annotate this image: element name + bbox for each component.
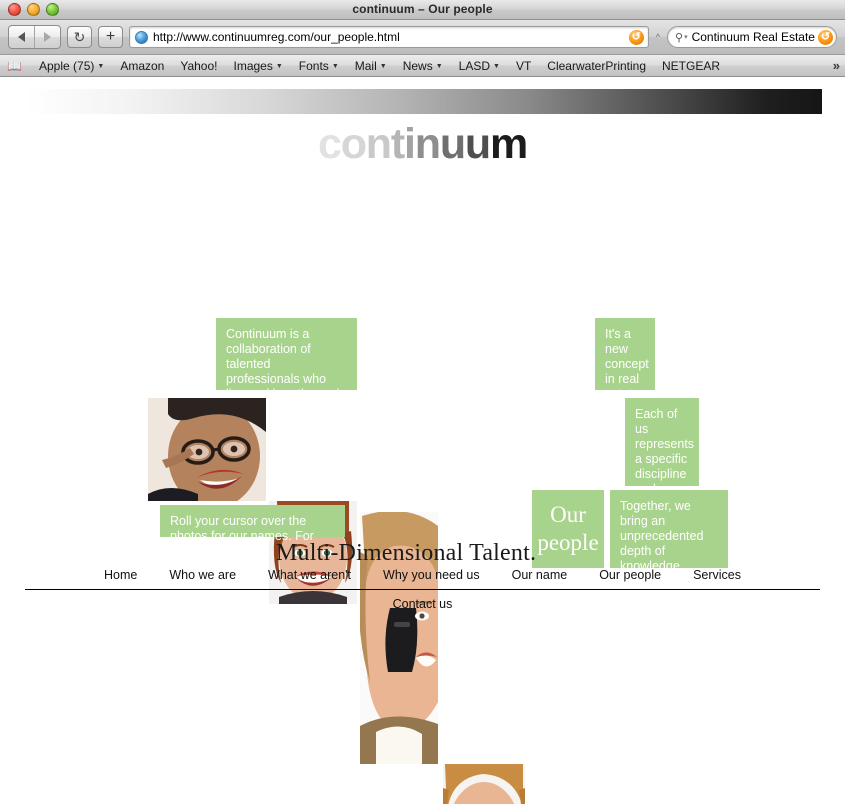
logo-letter-5: n bbox=[414, 120, 441, 168]
bookmark-images[interactable]: Images ▼ bbox=[226, 55, 291, 76]
back-arrow-icon bbox=[18, 32, 25, 42]
logo-letter-3: t bbox=[390, 120, 405, 168]
collage-block-new-concept: It's a new concept in real estate. bbox=[595, 318, 655, 401]
reload-button[interactable]: ↻ bbox=[67, 26, 92, 48]
nav-item-home[interactable]: Home bbox=[104, 568, 137, 582]
chevron-down-icon: ▼ bbox=[331, 63, 339, 70]
logo-letter-2: n bbox=[365, 120, 392, 168]
bookmark-label: Yahoo! bbox=[180, 58, 218, 73]
header-gradient-bar bbox=[25, 89, 822, 114]
photo-glasses[interactable] bbox=[148, 398, 266, 501]
minimize-window-button[interactable] bbox=[27, 3, 40, 16]
photo-blonde[interactable] bbox=[443, 764, 525, 804]
bookmarks-overflow-button[interactable]: » bbox=[833, 55, 840, 76]
browser-toolbar: ↻ + http://www.continuumreg.com/our_peop… bbox=[0, 20, 845, 55]
nav-item-our-people[interactable]: Our people bbox=[599, 568, 661, 582]
toolbar-separator: ^ bbox=[655, 32, 660, 42]
window-title: continuum – Our people bbox=[352, 2, 493, 16]
bookmark-lasd[interactable]: LASD ▼ bbox=[451, 55, 508, 76]
chevron-down-icon: ▼ bbox=[275, 63, 283, 70]
collage-block-discipline: Each of us represents a specific discipl… bbox=[625, 398, 699, 511]
bookmark-label: News bbox=[402, 58, 433, 73]
chevron-down-icon[interactable]: ▾ bbox=[684, 33, 688, 41]
logo-letter-8: m bbox=[489, 120, 528, 168]
collage-block-text: It's a new concept in real estate. bbox=[605, 327, 649, 401]
title-bar: continuum – Our people bbox=[0, 0, 845, 20]
show-all-bookmarks-icon[interactable]: 📖 bbox=[6, 59, 23, 73]
address-reload-icon[interactable]: ↺ bbox=[628, 29, 644, 45]
bookmark-yahoo[interactable]: Yahoo! bbox=[172, 55, 225, 76]
logo-letter-7: u bbox=[464, 120, 491, 168]
logo-letter-4: i bbox=[403, 120, 416, 168]
bookmark-vt[interactable]: VT bbox=[508, 55, 539, 76]
bookmark-label: ClearwaterPrinting bbox=[547, 58, 647, 73]
nav-item-contact-us[interactable]: Contact us bbox=[393, 597, 453, 611]
back-button[interactable] bbox=[9, 26, 34, 48]
bookmark-netgear[interactable]: NETGEAR bbox=[654, 55, 728, 76]
bookmark-clearwaterprinting[interactable]: ClearwaterPrinting bbox=[539, 55, 654, 76]
search-input[interactable]: Continuum Real Estate bbox=[692, 30, 818, 44]
chevron-down-icon: ▼ bbox=[97, 63, 105, 70]
search-clear-icon[interactable]: ↺ bbox=[818, 29, 833, 45]
plus-icon: + bbox=[105, 28, 116, 45]
bookmark-news[interactable]: News ▼ bbox=[395, 55, 451, 76]
bookmark-label: Amazon bbox=[120, 58, 165, 73]
close-window-button[interactable] bbox=[8, 3, 21, 16]
bookmark-apple[interactable]: Apple (75) ▼ bbox=[31, 55, 112, 76]
logo-letter-0: c bbox=[317, 120, 342, 168]
bookmarks-bar: 📖 Apple (75) ▼ Amazon Yahoo! Images ▼ Fo… bbox=[0, 55, 845, 77]
photo-blonde-image bbox=[443, 764, 525, 804]
add-bookmark-button[interactable]: + bbox=[98, 26, 123, 48]
page-content: continuum Continuum is a collaboration o… bbox=[0, 78, 845, 804]
chevron-down-icon: ▼ bbox=[379, 63, 387, 70]
browser-window: continuum – Our people ↻ + http://www.co… bbox=[0, 0, 845, 804]
navigation-buttons bbox=[8, 25, 61, 49]
bookmark-label: NETGEAR bbox=[662, 58, 721, 73]
logo-letter-6: u bbox=[439, 120, 466, 168]
collage-block-together: Together, we bring an unprecedented dept… bbox=[610, 490, 728, 603]
logo-letter-1: o bbox=[340, 120, 367, 168]
zoom-window-button[interactable] bbox=[46, 3, 59, 16]
bookmark-fonts[interactable]: Fonts ▼ bbox=[291, 55, 347, 76]
search-icon: ⚲ bbox=[675, 31, 684, 44]
nav-item-services[interactable]: Services bbox=[693, 568, 741, 582]
window-controls bbox=[8, 3, 59, 16]
nav-item-our-name[interactable]: Our name bbox=[512, 568, 568, 582]
bookmark-amazon[interactable]: Amazon bbox=[112, 55, 172, 76]
nav-item-why-you-need-us[interactable]: Why you need us bbox=[383, 568, 480, 582]
address-bar[interactable]: http://www.continuumreg.com/our_people.h… bbox=[129, 26, 649, 48]
chevron-down-icon: ▼ bbox=[493, 63, 500, 70]
bookmark-label: Images bbox=[233, 58, 273, 73]
forward-button[interactable] bbox=[34, 26, 60, 48]
nav-item-what-we-arent[interactable]: What we aren't bbox=[268, 568, 351, 582]
collage-block-our-people: Our people bbox=[532, 490, 604, 568]
site-footer: Home Who we are What we aren't Why you n… bbox=[0, 568, 845, 611]
search-field[interactable]: ⚲ ▾ Continuum Real Estate ↺ bbox=[667, 26, 837, 48]
address-bar-text[interactable]: http://www.continuumreg.com/our_people.h… bbox=[153, 30, 629, 44]
page-tagline: Multi-Dimensional Talent. bbox=[276, 540, 537, 566]
photo-glasses-image bbox=[148, 398, 266, 501]
reload-icon: ↻ bbox=[73, 29, 86, 45]
footer-contact-row: Contact us bbox=[0, 590, 845, 611]
forward-arrow-icon bbox=[44, 32, 51, 42]
footer-nav: Home Who we are What we aren't Why you n… bbox=[0, 568, 845, 589]
people-collage: Continuum is a collaboration of talented… bbox=[0, 208, 845, 804]
site-favicon-icon bbox=[135, 30, 148, 44]
bookmark-label: VT bbox=[515, 58, 532, 73]
bookmark-label: Fonts bbox=[298, 58, 329, 73]
chevron-down-icon: ▼ bbox=[435, 63, 443, 70]
site-logo[interactable]: continuum bbox=[0, 123, 845, 166]
bookmark-label: LASD bbox=[458, 58, 491, 73]
nav-item-who-we-are[interactable]: Who we are bbox=[169, 568, 236, 582]
bookmark-mail[interactable]: Mail ▼ bbox=[347, 55, 395, 76]
collage-block-instructions: Roll your cursor over the photos for our… bbox=[160, 505, 345, 558]
collage-block-text: Our people bbox=[537, 502, 599, 555]
bookmark-label: Apple (75) bbox=[39, 58, 95, 73]
bookmark-label: Mail bbox=[354, 58, 377, 73]
collage-block-intro: Continuum is a collaboration of talented… bbox=[216, 318, 357, 416]
